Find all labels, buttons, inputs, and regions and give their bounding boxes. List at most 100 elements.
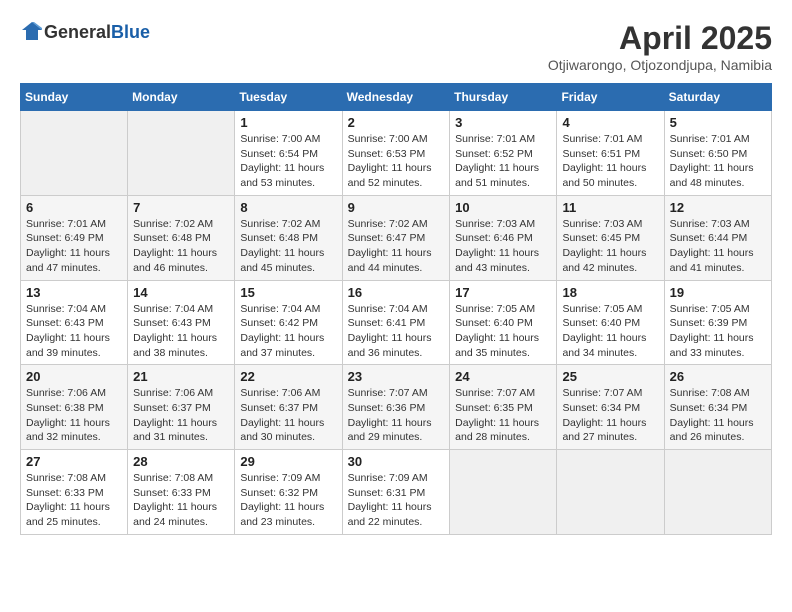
calendar-day-19: 19 Sunrise: 7:05 AMSunset: 6:39 PMDayligh… [664,280,771,365]
calendar-week-row: 13Sunrise: 7:04 AMSunset: 6:43 PMDayligh… [21,280,772,365]
day-info: Sunrise: 7:02 AMSunset: 6:48 PMDaylight:… [240,217,336,276]
day-number: 19 [670,285,766,300]
day-info: Sunrise: 7:04 AMSunset: 6:43 PMDaylight:… [26,302,122,361]
calendar-day-26: 26Sunrise: 7:08 AMSunset: 6:34 PMDayligh… [664,365,771,450]
calendar-day-27: 27 Sunrise: 7:08 AMSunset: 6:33 PMDayligh… [21,450,128,535]
day-info: Sunrise: 7:01 AMSunset: 6:49 PMDaylight:… [26,217,122,276]
calendar-day-7: 7 Sunrise: 7:02 AMSunset: 6:48 PMDaylight… [128,195,235,280]
calendar-day-13: 13Sunrise: 7:04 AMSunset: 6:43 PMDayligh… [21,280,128,365]
weekday-header-friday: Friday [557,84,664,111]
day-number: 29 [240,454,336,469]
weekday-header-tuesday: Tuesday [235,84,342,111]
day-number: 20 [26,369,122,384]
day-number: 11 [562,200,658,215]
day-info: Sunrise: 7:03 AMSunset: 6:44 PMDaylight:… [670,217,766,276]
weekday-header-row: SundayMondayTuesdayWednesdayThursdayFrid… [21,84,772,111]
calendar-day-8: 8Sunrise: 7:02 AMSunset: 6:48 PMDaylight… [235,195,342,280]
day-info: Sunrise: 7:04 AMSunset: 6:43 PMDaylight:… [133,302,229,361]
day-info: Sunrise: 7:01 AMSunset: 6:50 PMDaylight:… [670,132,766,191]
day-number: 12 [670,200,766,215]
calendar-day-16: 16 Sunrise: 7:04 AMSunset: 6:41 PMDayligh… [342,280,450,365]
day-number: 5 [670,115,766,130]
calendar-day-14: 14 Sunrise: 7:04 AMSunset: 6:43 PMDayligh… [128,280,235,365]
day-number: 1 [240,115,336,130]
day-number: 7 [133,200,229,215]
day-number: 28 [133,454,229,469]
day-info: Sunrise: 7:05 AMSunset: 6:39 PMDaylight:… [670,302,766,361]
day-info: Sunrise: 7:02 AMSunset: 6:48 PMDaylight:… [133,217,229,276]
day-info: Sunrise: 7:06 AMSunset: 6:37 PMDaylight:… [133,386,229,445]
calendar-day-22: 22 Sunrise: 7:06 AMSunset: 6:37 PMDayligh… [235,365,342,450]
day-number: 18 [562,285,658,300]
day-number: 2 [348,115,445,130]
day-info: Sunrise: 7:00 AMSunset: 6:54 PMDaylight:… [240,132,336,191]
calendar-day-1: 1 Sunrise: 7:00 AMSunset: 6:54 PMDaylight… [235,111,342,196]
weekday-header-thursday: Thursday [450,84,557,111]
day-number: 27 [26,454,122,469]
day-info: Sunrise: 7:01 AMSunset: 6:52 PMDaylight:… [455,132,551,191]
day-number: 25 [562,369,658,384]
calendar-week-row: 6 Sunrise: 7:01 AMSunset: 6:49 PMDaylight… [21,195,772,280]
calendar-day-empty [664,450,771,535]
calendar-day-29: 29 Sunrise: 7:09 AMSunset: 6:32 PMDayligh… [235,450,342,535]
day-info: Sunrise: 7:06 AMSunset: 6:38 PMDaylight:… [26,386,122,445]
day-info: Sunrise: 7:08 AMSunset: 6:33 PMDaylight:… [26,471,122,530]
day-info: Sunrise: 7:07 AMSunset: 6:35 PMDaylight:… [455,386,551,445]
calendar-day-12: 12 Sunrise: 7:03 AMSunset: 6:44 PMDayligh… [664,195,771,280]
calendar-day-empty [450,450,557,535]
calendar-day-25: 25 Sunrise: 7:07 AMSunset: 6:34 PMDayligh… [557,365,664,450]
calendar-day-20: 20 Sunrise: 7:06 AMSunset: 6:38 PMDayligh… [21,365,128,450]
day-number: 9 [348,200,445,215]
calendar-day-10: 10 Sunrise: 7:03 AMSunset: 6:46 PMDayligh… [450,195,557,280]
day-info: Sunrise: 7:03 AMSunset: 6:46 PMDaylight:… [455,217,551,276]
calendar-day-17: 17Sunrise: 7:05 AMSunset: 6:40 PMDayligh… [450,280,557,365]
calendar-day-21: 21 Sunrise: 7:06 AMSunset: 6:37 PMDayligh… [128,365,235,450]
calendar-day-28: 28Sunrise: 7:08 AMSunset: 6:33 PMDayligh… [128,450,235,535]
calendar-title: April 2025 [548,20,772,57]
day-info: Sunrise: 7:01 AMSunset: 6:51 PMDaylight:… [562,132,658,191]
day-info: Sunrise: 7:02 AMSunset: 6:47 PMDaylight:… [348,217,445,276]
title-block: April 2025 Otjiwarongo, Otjozondjupa, Na… [548,20,772,73]
calendar-day-11: 11 Sunrise: 7:03 AMSunset: 6:45 PMDayligh… [557,195,664,280]
calendar-week-row: 27 Sunrise: 7:08 AMSunset: 6:33 PMDayligh… [21,450,772,535]
weekday-header-saturday: Saturday [664,84,771,111]
calendar-day-9: 9 Sunrise: 7:02 AMSunset: 6:47 PMDaylight… [342,195,450,280]
calendar-week-row: 1 Sunrise: 7:00 AMSunset: 6:54 PMDaylight… [21,111,772,196]
calendar-day-6: 6 Sunrise: 7:01 AMSunset: 6:49 PMDaylight… [21,195,128,280]
day-number: 24 [455,369,551,384]
day-number: 14 [133,285,229,300]
weekday-header-sunday: Sunday [21,84,128,111]
weekday-header-monday: Monday [128,84,235,111]
day-number: 21 [133,369,229,384]
day-info: Sunrise: 7:03 AMSunset: 6:45 PMDaylight:… [562,217,658,276]
calendar-day-23: 23Sunrise: 7:07 AMSunset: 6:36 PMDayligh… [342,365,450,450]
day-info: Sunrise: 7:07 AMSunset: 6:34 PMDaylight:… [562,386,658,445]
day-number: 6 [26,200,122,215]
calendar-day-30: 30Sunrise: 7:09 AMSunset: 6:31 PMDayligh… [342,450,450,535]
weekday-header-wednesday: Wednesday [342,84,450,111]
day-info: Sunrise: 7:09 AMSunset: 6:32 PMDaylight:… [240,471,336,530]
day-info: Sunrise: 7:00 AMSunset: 6:53 PMDaylight:… [348,132,445,191]
calendar-day-15: 15 Sunrise: 7:04 AMSunset: 6:42 PMDayligh… [235,280,342,365]
calendar-day-5: 5 Sunrise: 7:01 AMSunset: 6:50 PMDaylight… [664,111,771,196]
day-number: 22 [240,369,336,384]
calendar-day-24: 24 Sunrise: 7:07 AMSunset: 6:35 PMDayligh… [450,365,557,450]
day-info: Sunrise: 7:04 AMSunset: 6:42 PMDaylight:… [240,302,336,361]
logo-text: GeneralBlue [44,22,150,43]
day-number: 15 [240,285,336,300]
day-info: Sunrise: 7:06 AMSunset: 6:37 PMDaylight:… [240,386,336,445]
calendar-day-4: 4 Sunrise: 7:01 AMSunset: 6:51 PMDaylight… [557,111,664,196]
day-number: 16 [348,285,445,300]
day-info: Sunrise: 7:05 AMSunset: 6:40 PMDaylight:… [455,302,551,361]
calendar-location: Otjiwarongo, Otjozondjupa, Namibia [548,57,772,73]
calendar-table: SundayMondayTuesdayWednesdayThursdayFrid… [20,83,772,535]
day-info: Sunrise: 7:04 AMSunset: 6:41 PMDaylight:… [348,302,445,361]
general-blue-icon [20,20,44,44]
calendar-week-row: 20 Sunrise: 7:06 AMSunset: 6:38 PMDayligh… [21,365,772,450]
calendar-day-18: 18Sunrise: 7:05 AMSunset: 6:40 PMDayligh… [557,280,664,365]
day-info: Sunrise: 7:07 AMSunset: 6:36 PMDaylight:… [348,386,445,445]
day-number: 10 [455,200,551,215]
calendar-day-empty [128,111,235,196]
day-number: 26 [670,369,766,384]
day-number: 4 [562,115,658,130]
